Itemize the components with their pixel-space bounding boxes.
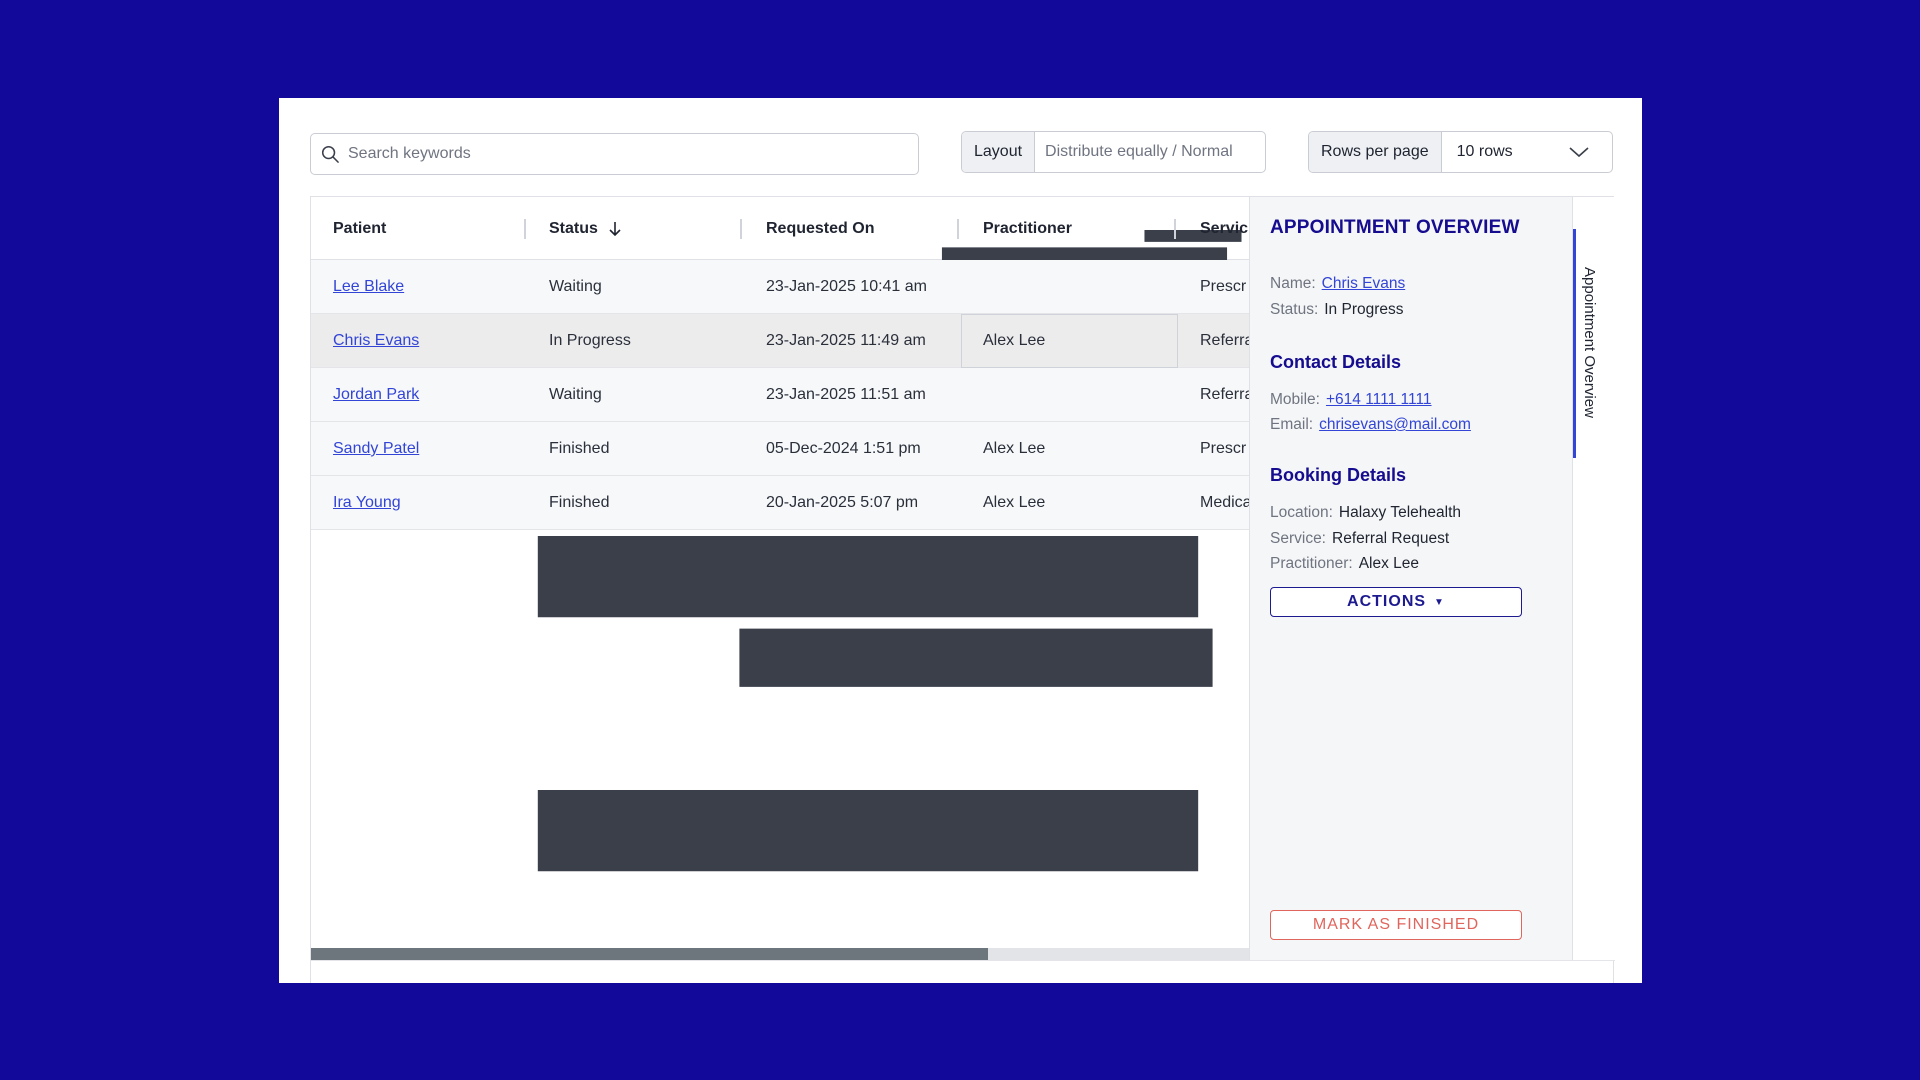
patient-cell[interactable]: Jordan Park [333,368,419,422]
column-label: Requested On [766,219,875,237]
service-cell: Referra [1200,332,1249,349]
location-value: Halaxy Telehealth [1338,504,1461,521]
mobile-link[interactable]: +614 1111 1111 [1326,391,1432,408]
patient-cell[interactable]: Chris Evans [333,314,419,368]
practitioner-field: Practitioner: Alex Lee [1270,555,1419,573]
booking-details-heading: Booking Details [1270,465,1407,485]
status-cell: Waiting [549,278,602,295]
patient-link[interactable]: Chris Evans [333,332,419,350]
actions-button[interactable]: ACTIONS ▼ [1270,587,1522,617]
email-field: Email: chrisevans@mail.com [1270,416,1471,434]
column-header-status[interactable]: Status [549,197,622,260]
patient-link[interactable]: Lee Blake [333,278,404,296]
caret-down-icon: ▼ [1434,596,1445,608]
rows-per-page-value[interactable]: 10 rows [1442,132,1612,172]
email-label: Email: [1270,416,1314,433]
side-tab-appointment-overview[interactable]: Appointment Overview [1572,197,1615,960]
grid-viewport: Patient Status Requested On Practitioner [311,197,1249,960]
appointment-overview-panel: APPOINTMENT OVERVIEW Name: Chris Evans St… [1249,197,1572,960]
requested-on-cell: 23-Jan-2025 11:51 am [766,386,926,403]
column-label: Status [549,219,598,237]
main-card: Layout Distribute equally / Normal Rows … [279,98,1642,983]
service-value: Referral Request [1332,530,1450,547]
table-row[interactable]: Sandy Patel Finished 05-Dec-2024 1:51 pm… [311,422,1249,476]
mark-as-finished-label: MARK AS FINISHED [1312,916,1480,933]
column-header-patient[interactable]: Patient [333,197,386,260]
practitioner-label: Practitioner: [1270,555,1353,572]
chevron-down-icon [1569,147,1589,158]
layout-select[interactable]: Layout Distribute equally / Normal [961,131,1266,173]
practitioner-cell: Alex Lee [983,440,1046,457]
layout-label: Layout [962,132,1036,172]
patient-cell[interactable]: Sandy Patel [333,422,419,476]
requested-on-cell: 23-Jan-2025 10:41 am [766,278,927,295]
layout-value[interactable]: Distribute equally / Normal [1035,132,1243,172]
service-cell: Prescr [1200,440,1247,457]
table-row[interactable]: Jordan Park Waiting 23-Jan-2025 11:51 am… [311,368,1249,422]
column-header-requested-on[interactable]: Requested On [766,197,874,260]
status-label: Status: [1270,301,1319,318]
rows-per-page-select[interactable]: Rows per page 10 rows [1308,131,1613,173]
mark-as-finished-button[interactable]: MARK AS FINISHED [1270,910,1522,940]
service-cell: Referra [1200,386,1249,403]
status-value: In Progress [1324,301,1404,318]
rows-per-page-text: 10 rows [1456,143,1513,160]
status-cell: In Progress [549,332,631,349]
column-header-service[interactable]: Servic [1200,197,1248,260]
service-field: Service: Referral Request [1270,530,1449,548]
status-field: Status: In Progress [1270,301,1404,319]
column-label: Practitioner [983,219,1072,237]
patient-link[interactable]: Sandy Patel [333,440,419,458]
sort-descending-icon[interactable] [608,221,622,237]
column-resize-handle[interactable] [1174,219,1176,239]
name-label: Name: [1270,275,1316,292]
practitioner-cell: Alex Lee [983,494,1046,511]
name-link[interactable]: Chris Evans [1322,275,1406,292]
column-header-practitioner[interactable]: Practitioner [983,197,1072,260]
email-link[interactable]: chrisevans@mail.com [1319,416,1471,433]
mobile-field: Mobile: +614 1111 1111 [1270,391,1432,409]
patient-link[interactable]: Ira Young [333,494,401,512]
name-field: Name: Chris Evans [1270,275,1405,293]
column-resize-handle[interactable] [740,219,742,239]
requested-on-cell: 23-Jan-2025 11:49 am [766,332,926,349]
status-cell: Finished [549,494,610,511]
search-icon [321,145,339,163]
location-label: Location: [1270,504,1333,521]
panel-title: APPOINTMENT OVERVIEW [1270,217,1520,238]
column-resize-handle[interactable] [957,219,959,239]
patient-link[interactable]: Jordan Park [333,386,419,404]
status-cell: Finished [549,440,610,457]
table-row-selected[interactable]: Chris Evans In Progress 23-Jan-2025 11:4… [311,314,1249,368]
requested-on-cell: 20-Jan-2025 5:07 pm [766,494,919,511]
table-row[interactable]: Ira Young Finished 20-Jan-2025 5:07 pm A… [311,476,1249,530]
service-label: Service: [1270,530,1326,547]
actions-label: ACTIONS [1347,593,1427,610]
practitioner-value: Alex Lee [1358,555,1420,572]
horizontal-scrollbar[interactable] [311,948,1249,960]
patient-cell[interactable]: Ira Young [333,476,401,530]
service-cell: Prescr [1200,278,1247,295]
column-label: Servic [1200,219,1249,237]
search-input[interactable] [348,145,908,163]
search-box[interactable] [310,133,919,175]
scrollbar-thumb[interactable] [311,948,988,960]
divider [311,960,1615,961]
table-header: Patient Status Requested On Practitioner [311,197,1249,872]
table-row[interactable]: Lee Blake Waiting 23-Jan-2025 10:41 am P… [311,260,1249,314]
side-tab-label: Appointment Overview [1581,267,1598,418]
requested-on-cell: 05-Dec-2024 1:51 pm [766,440,921,457]
column-label: Patient [333,219,387,237]
contact-details-heading: Contact Details [1270,352,1402,372]
service-cell: Medica [1200,494,1249,511]
status-cell: Waiting [549,386,602,403]
patient-cell[interactable]: Lee Blake [333,260,404,314]
practitioner-cell-focused[interactable]: Alex Lee [961,314,1178,368]
data-grid: Patient Status Requested On Practitioner [310,196,1615,983]
column-resize-handle[interactable] [524,219,526,239]
active-tab-indicator [1573,229,1576,458]
rows-per-page-label: Rows per page [1309,132,1442,172]
mobile-label: Mobile: [1270,391,1320,408]
location-field: Location: Halaxy Telehealth [1270,504,1461,522]
